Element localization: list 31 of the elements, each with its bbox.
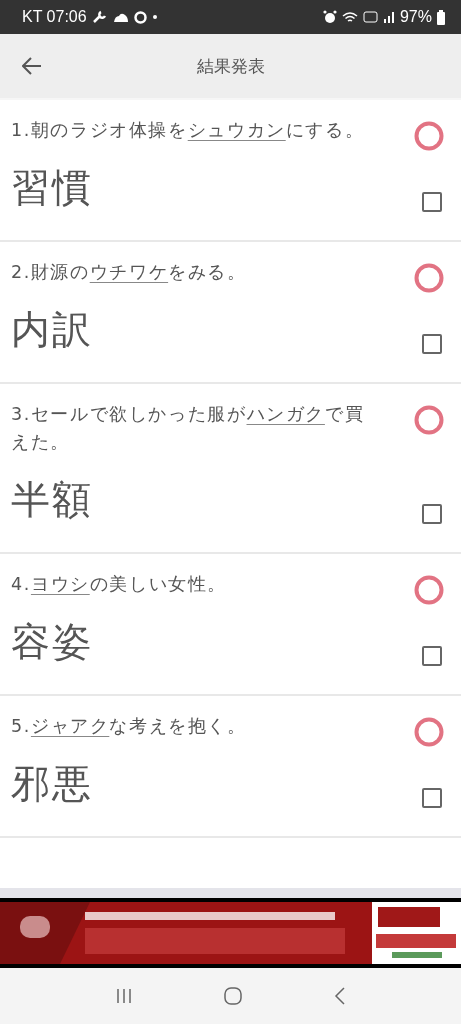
- signal-icon: [382, 11, 395, 23]
- answer-text: 半額: [11, 476, 94, 524]
- checkbox[interactable]: [422, 192, 442, 212]
- wrench-icon: [91, 10, 108, 24]
- recent-apps-icon[interactable]: [115, 988, 134, 1004]
- answer-text: 邪悪: [11, 760, 94, 808]
- hd-icon: [362, 11, 378, 23]
- question-text: 4.ヨウシの美しい女性。: [11, 573, 228, 596]
- wifi-icon: [341, 10, 358, 24]
- question-text: 2.財源の ウチワケ をみる。: [11, 261, 248, 284]
- checkbox[interactable]: [422, 788, 442, 808]
- back-arrow-icon[interactable]: [22, 57, 42, 75]
- answer-text: 容姿: [11, 618, 94, 666]
- battery-percent: 97%: [399, 8, 432, 26]
- question-text: 5.ジャアク な考えを抱く。: [11, 715, 248, 738]
- answer-text: 内訳: [11, 306, 94, 354]
- app-icon: [133, 10, 147, 24]
- checkbox[interactable]: [422, 646, 442, 666]
- status-time: KT 07:06: [22, 8, 87, 26]
- checkbox[interactable]: [422, 334, 442, 354]
- cloud-icon: [112, 11, 129, 23]
- screen-title: 結果発表: [196, 54, 265, 78]
- dot-icon: [151, 14, 158, 20]
- alarm-icon: [322, 10, 337, 24]
- home-icon[interactable]: [223, 986, 244, 1006]
- checkbox[interactable]: [422, 504, 442, 524]
- back-icon[interactable]: [333, 987, 346, 1005]
- answer-text: 習慣: [11, 164, 94, 212]
- battery-icon: [437, 9, 445, 25]
- question-text: 1.朝のラジオ体操を シュウカン にする。: [11, 119, 366, 142]
- question-text: 3.セールで欲しかった服がハンガク で買えた。: [11, 403, 366, 454]
